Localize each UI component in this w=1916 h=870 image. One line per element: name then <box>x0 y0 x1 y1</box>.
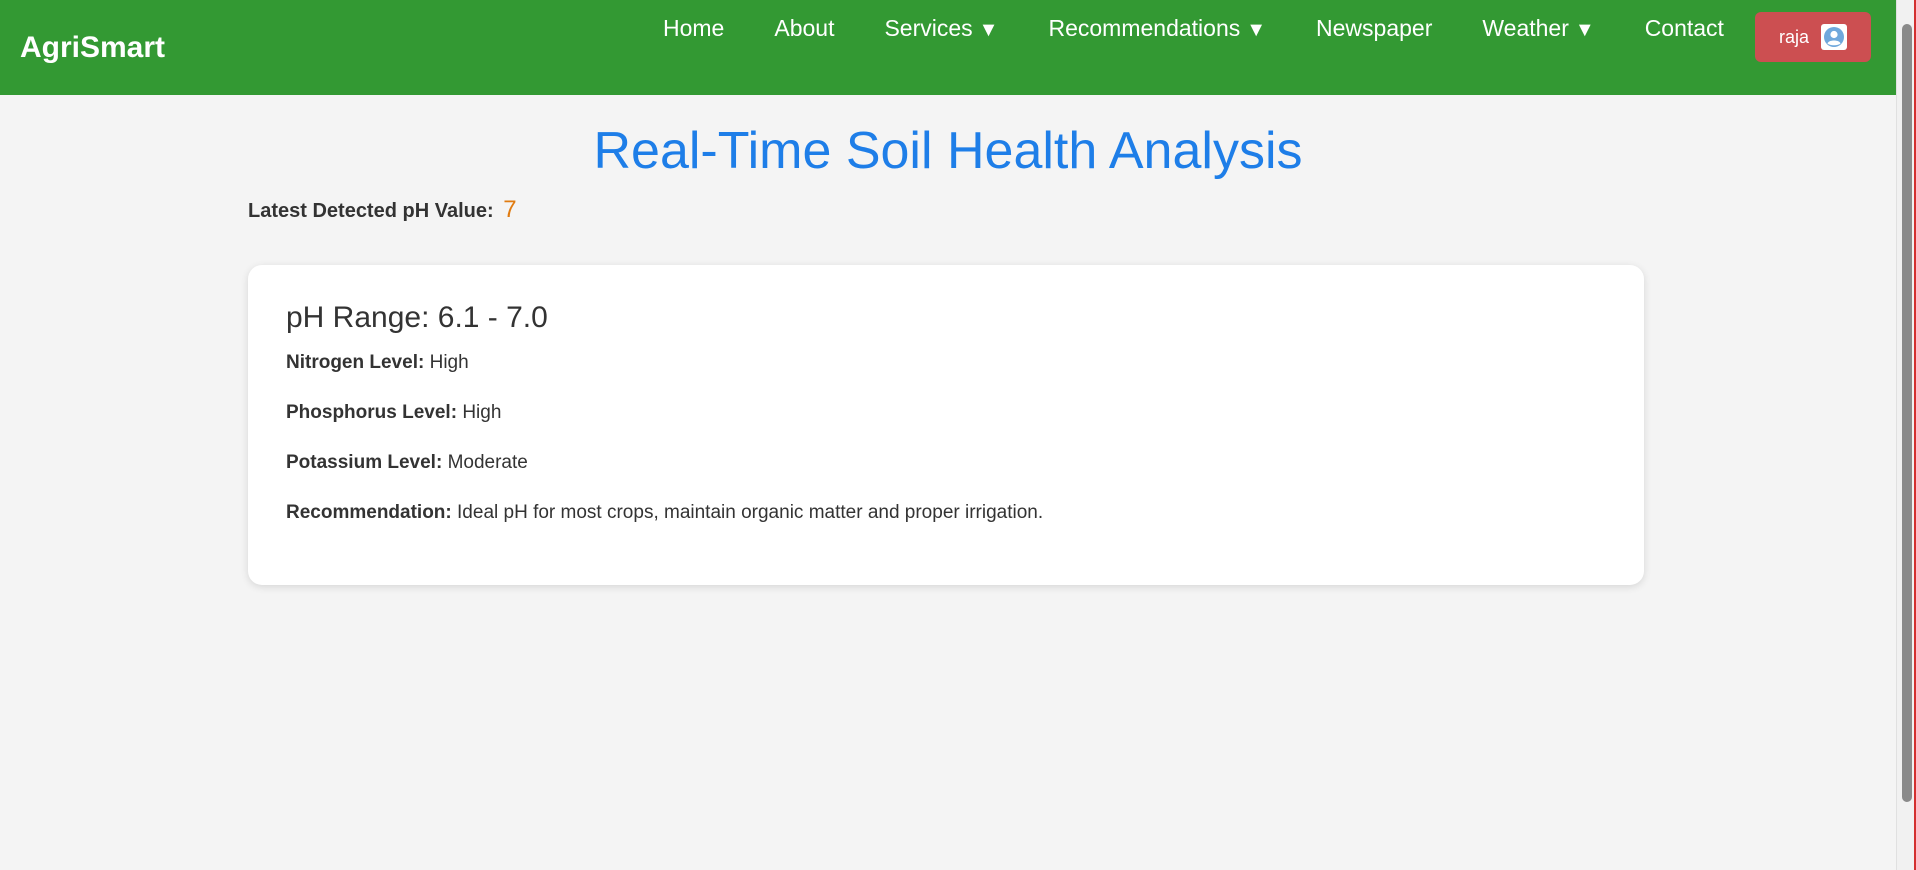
nav-services-dropdown[interactable]: Services ▼ <box>884 13 998 45</box>
nav-newspaper[interactable]: Newspaper <box>1316 13 1432 45</box>
latest-ph-line: Latest Detected pH Value: 7 <box>248 195 517 226</box>
caret-down-icon: ▼ <box>1246 19 1267 41</box>
phosphorus-row: Phosphorus Level: High <box>286 400 501 426</box>
nav-recommendations-dropdown[interactable]: Recommendations ▼ <box>1048 13 1266 45</box>
nav-links: Home About Services ▼ Recommendations ▼ Ne… <box>663 13 1774 45</box>
nav-label: Services <box>884 15 973 41</box>
scrollbar-thumb[interactable] <box>1902 24 1912 802</box>
user-avatar-icon <box>1821 24 1847 50</box>
navbar: AgriSmart Home About Services ▼ Recommend… <box>0 0 1896 95</box>
recommendation-row: Recommendation: Ideal pH for most crops,… <box>286 500 1043 526</box>
nav-contact[interactable]: Contact <box>1645 13 1724 45</box>
row-value: Moderate <box>447 452 528 473</box>
nav-label: About <box>774 15 835 41</box>
nav-weather-dropdown[interactable]: Weather ▼ <box>1482 13 1594 45</box>
page: AgriSmart Home About Services ▼ Recommend… <box>0 0 1916 870</box>
soil-analysis-card: pH Range: 6.1 - 7.0 Nitrogen Level: High… <box>248 265 1644 585</box>
page-title: Real-Time Soil Health Analysis <box>593 122 1303 180</box>
nav-about[interactable]: About <box>774 13 834 45</box>
nav-label: Home <box>663 15 725 41</box>
caret-down-icon: ▼ <box>1574 19 1595 41</box>
nav-label: Weather <box>1482 15 1569 41</box>
brand-logo[interactable]: AgriSmart <box>20 30 165 66</box>
potassium-row: Potassium Level: Moderate <box>286 450 528 476</box>
row-label: Phosphorus Level: <box>286 402 458 423</box>
row-label: Nitrogen Level: <box>286 352 425 373</box>
row-value: High <box>462 402 502 423</box>
nav-label: Newspaper <box>1316 15 1433 41</box>
row-value: High <box>429 352 469 373</box>
caret-down-icon: ▼ <box>978 19 999 41</box>
nav-label: Contact <box>1644 15 1724 41</box>
nitrogen-row: Nitrogen Level: High <box>286 350 469 376</box>
nav-label: Recommendations <box>1048 15 1241 41</box>
row-label: Potassium Level: <box>286 452 443 473</box>
ph-label: Latest Detected pH Value: <box>248 200 494 222</box>
user-name: raja <box>1778 26 1809 47</box>
ph-range-title: pH Range: 6.1 - 7.0 <box>286 301 548 334</box>
user-menu-button[interactable]: raja <box>1755 12 1871 62</box>
nav-home[interactable]: Home <box>663 13 724 45</box>
ph-value: 7 <box>503 196 517 223</box>
vertical-scrollbar[interactable] <box>1896 0 1916 870</box>
row-value: Ideal pH for most crops, maintain organi… <box>457 502 1044 523</box>
row-label: Recommendation: <box>286 502 452 523</box>
